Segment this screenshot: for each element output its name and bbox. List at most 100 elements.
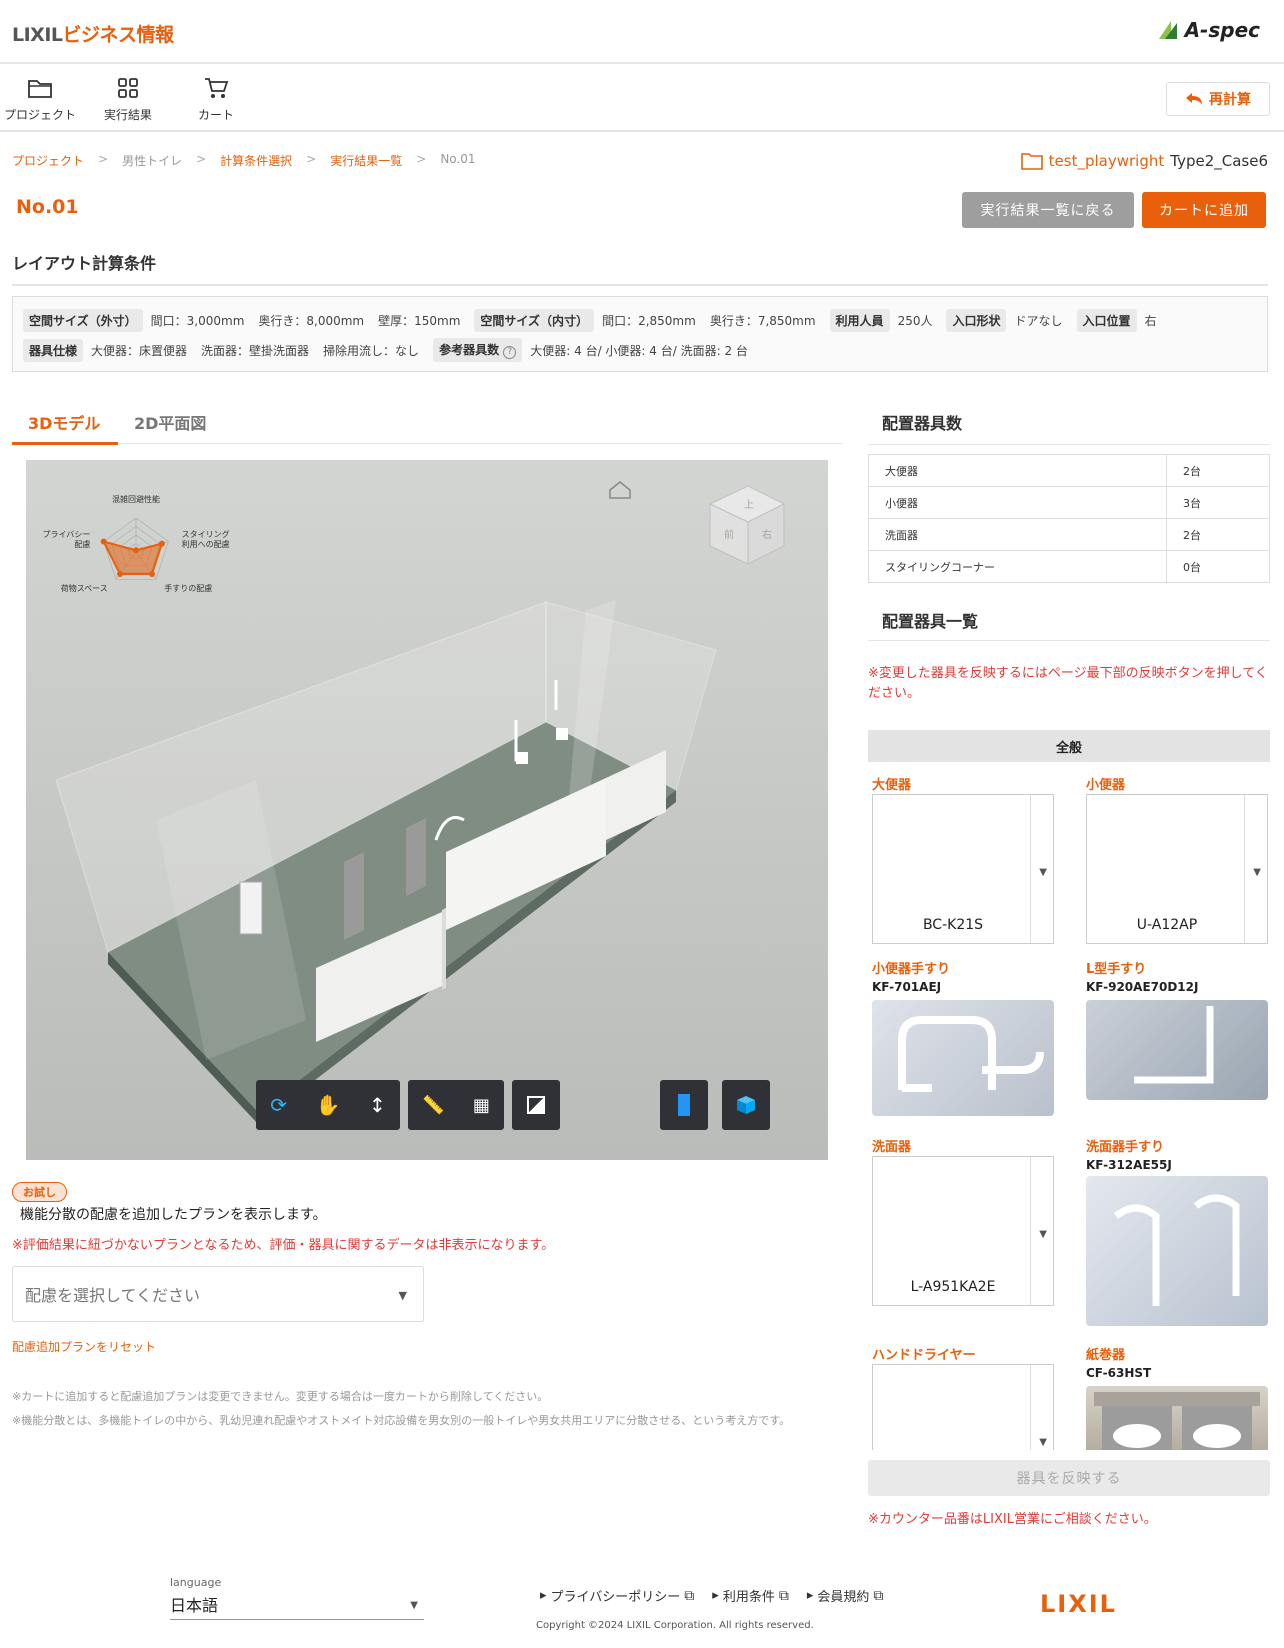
add-to-cart-button[interactable]: カートに追加 [1142, 192, 1266, 228]
entrance-shape-chip: 入口形状 [946, 308, 1007, 332]
urinal-rail-code: KF-701AEJ [872, 980, 942, 994]
cart-icon [205, 78, 229, 98]
breadcrumb-results-list[interactable]: 実行結果一覧 [330, 152, 402, 169]
door-view-button[interactable] [660, 1080, 708, 1130]
entrance-position-value: 右 [1144, 313, 1157, 328]
table-row: 洗面器 2台 [868, 518, 1270, 551]
breadcrumb-mens-toilet: 男性トイレ [122, 154, 183, 168]
toolbar-project-button[interactable]: プロジェクト [0, 76, 80, 123]
reset-plan-link[interactable]: 配慮追加プランをリセット [12, 1338, 156, 1355]
toolbar-results-button[interactable]: 実行結果 [88, 76, 168, 123]
section-cube-icon[interactable]: ▦ [473, 1095, 490, 1116]
reference-count-label: 参考器具数 [439, 343, 500, 357]
radar-point [148, 571, 155, 578]
brand-lixil: LIXIL [12, 24, 63, 46]
door-icon [678, 1094, 690, 1116]
zoom-updown-icon[interactable]: ↕ [369, 1093, 386, 1117]
app-header: LIXILビジネス情報 A-spec [0, 0, 1284, 64]
inner-depth: 奥行き：7,850mm [709, 313, 816, 328]
count-value: 0台 [1166, 550, 1270, 583]
project-name[interactable]: test_playwright [1049, 152, 1165, 170]
divider [868, 444, 1270, 445]
basin-select[interactable]: ▼ L-A951KA2E [872, 1156, 1054, 1306]
urinal-select[interactable]: ▼ U-A12AP [1086, 794, 1268, 944]
aspec-mark-icon [1158, 21, 1177, 39]
toilet-select[interactable]: ▼ BC-K21S [872, 794, 1054, 944]
users-chip: 利用人員 [829, 308, 890, 332]
count-name: 洗面器 [868, 518, 1167, 551]
paper-holder-label: 紙巻器 [1086, 1348, 1126, 1363]
reflect-fixtures-button[interactable]: 器具を反映する [868, 1460, 1270, 1496]
function-distribution-note: ※機能分散とは、多機能トイレの中から、乳幼児連れ配慮やオストメイト対応設備を男女… [12, 1414, 791, 1427]
count-value: 2台 [1166, 518, 1270, 551]
recalculate-button[interactable]: 再計算 [1166, 82, 1270, 116]
language-value: 日本語 [170, 1596, 219, 1615]
chevron-down-icon: ▼ [1039, 867, 1047, 878]
stall-partition [442, 908, 446, 990]
hand-dryer-label: ハンドドライヤー [872, 1348, 976, 1363]
pan-hand-icon[interactable]: ✋ [316, 1093, 341, 1117]
terms-label: 利用条件 [722, 1590, 775, 1605]
breadcrumb-separator: > [306, 152, 317, 166]
membership-terms-label: 会員規約 [817, 1590, 870, 1605]
paper-holder-image[interactable] [1086, 1386, 1268, 1450]
external-link-icon: ⧉ [684, 1587, 695, 1604]
project-case: Type2_Case6 [1170, 152, 1268, 170]
privacy-policy-link[interactable]: ▸ プライバシーポリシー ⧉ [540, 1586, 695, 1606]
orbit-icon[interactable]: ⟳ [270, 1093, 287, 1117]
terms-link[interactable]: ▸ 利用条件 ⧉ [712, 1586, 789, 1606]
toolbar-cart-label: カート [197, 108, 234, 122]
3d-viewer[interactable]: 上 前 右 混雑回避性能 スタイリング 利用への配慮 手すりの配慮 荷物スペース プライバ… [26, 460, 828, 1160]
chevron-down-icon: ▼ [1039, 1229, 1047, 1240]
section-title-layout-conditions: レイアウト計算条件 [12, 250, 1268, 286]
count-name: 大便器 [868, 454, 1167, 487]
ruler-icon[interactable]: 📏 [422, 1095, 444, 1116]
radar-label: 配慮 [74, 539, 90, 549]
urinal [556, 728, 568, 740]
breadcrumb-conditions[interactable]: 計算条件選択 [220, 152, 292, 169]
brand-business-info: ビジネス情報 [62, 24, 175, 46]
basin-rail-code: KF-312AE55J [1086, 1158, 1172, 1172]
consideration-select[interactable]: 配慮を選択してください ▼ [12, 1266, 424, 1322]
breadcrumb-current: No.01 [440, 152, 476, 166]
radar-point [158, 540, 165, 547]
brand-logo[interactable]: LIXILビジネス情報 [12, 20, 174, 47]
help-icon[interactable]: ? [503, 346, 517, 359]
urinal-value: U-A12AP [1136, 917, 1198, 933]
aspec-logo: A-spec [1157, 18, 1260, 42]
spec-chip: 器具仕様 [23, 338, 84, 362]
urinal-rail-image[interactable] [872, 1000, 1054, 1116]
footer-links: ▸ プライバシーポリシー ⧉ ▸ 利用条件 ⧉ ▸ 会員規約 ⧉ [540, 1586, 884, 1606]
3d-scene[interactable]: 上 前 右 混雑回避性能スタイリング利用への配慮手すりの配慮 荷物スペース プライバ… [26, 460, 828, 1160]
fullscreen-button[interactable] [512, 1080, 560, 1130]
language-select[interactable]: 日本語 ▼ [170, 1592, 424, 1620]
toilet-label: 大便器 [872, 778, 912, 793]
outer-frontage: 間口：3,000mm [150, 313, 245, 328]
basin-rail-image[interactable] [1086, 1176, 1268, 1326]
count-name: スタイリングコーナー [868, 550, 1167, 583]
toolbar-cart-button[interactable]: カート [176, 76, 256, 123]
l-rail-image[interactable] [1086, 1000, 1268, 1100]
conditions-row-2: 器具仕様 大便器：床置便器 洗面器：壁掛洗面器 掃除用流し：なし 参考器具数 ?… [23, 335, 1257, 365]
model-view-button[interactable] [722, 1080, 770, 1130]
view-cube-top-face: 上 [744, 499, 754, 511]
radar-label: プライバシー [43, 530, 91, 539]
back-to-results-button[interactable]: 実行結果一覧に戻る [962, 192, 1134, 228]
copyright: Copyright ©2024 LIXIL Corporation. All r… [536, 1620, 814, 1631]
inner-frontage: 間口：2,850mm [602, 313, 696, 328]
tab-2d-plan[interactable]: 2D平面図 [134, 410, 206, 434]
hand-dryer-select[interactable]: ▼ [872, 1364, 1054, 1450]
tab-3d-model[interactable]: 3Dモデル [28, 410, 100, 434]
trial-badge: お試し [12, 1182, 67, 1202]
external-link-icon: ⧉ [873, 1587, 884, 1604]
breadcrumb-separator: > [196, 152, 207, 166]
entrance-position-chip: 入口位置 [1076, 308, 1137, 332]
membership-terms-link[interactable]: ▸ 会員規約 ⧉ [807, 1586, 884, 1606]
radar-point [117, 571, 124, 578]
lixil-footer-logo[interactable]: LIXIL [1040, 1590, 1117, 1618]
breadcrumb-project[interactable]: プロジェクト [12, 152, 84, 169]
language-label: language [170, 1576, 222, 1589]
category-general[interactable]: 全般 [868, 730, 1270, 762]
basin-label: 洗面器 [872, 1140, 912, 1155]
counter-note: ※カウンター品番はLIXIL営業にご相談ください。 [868, 1512, 1157, 1527]
